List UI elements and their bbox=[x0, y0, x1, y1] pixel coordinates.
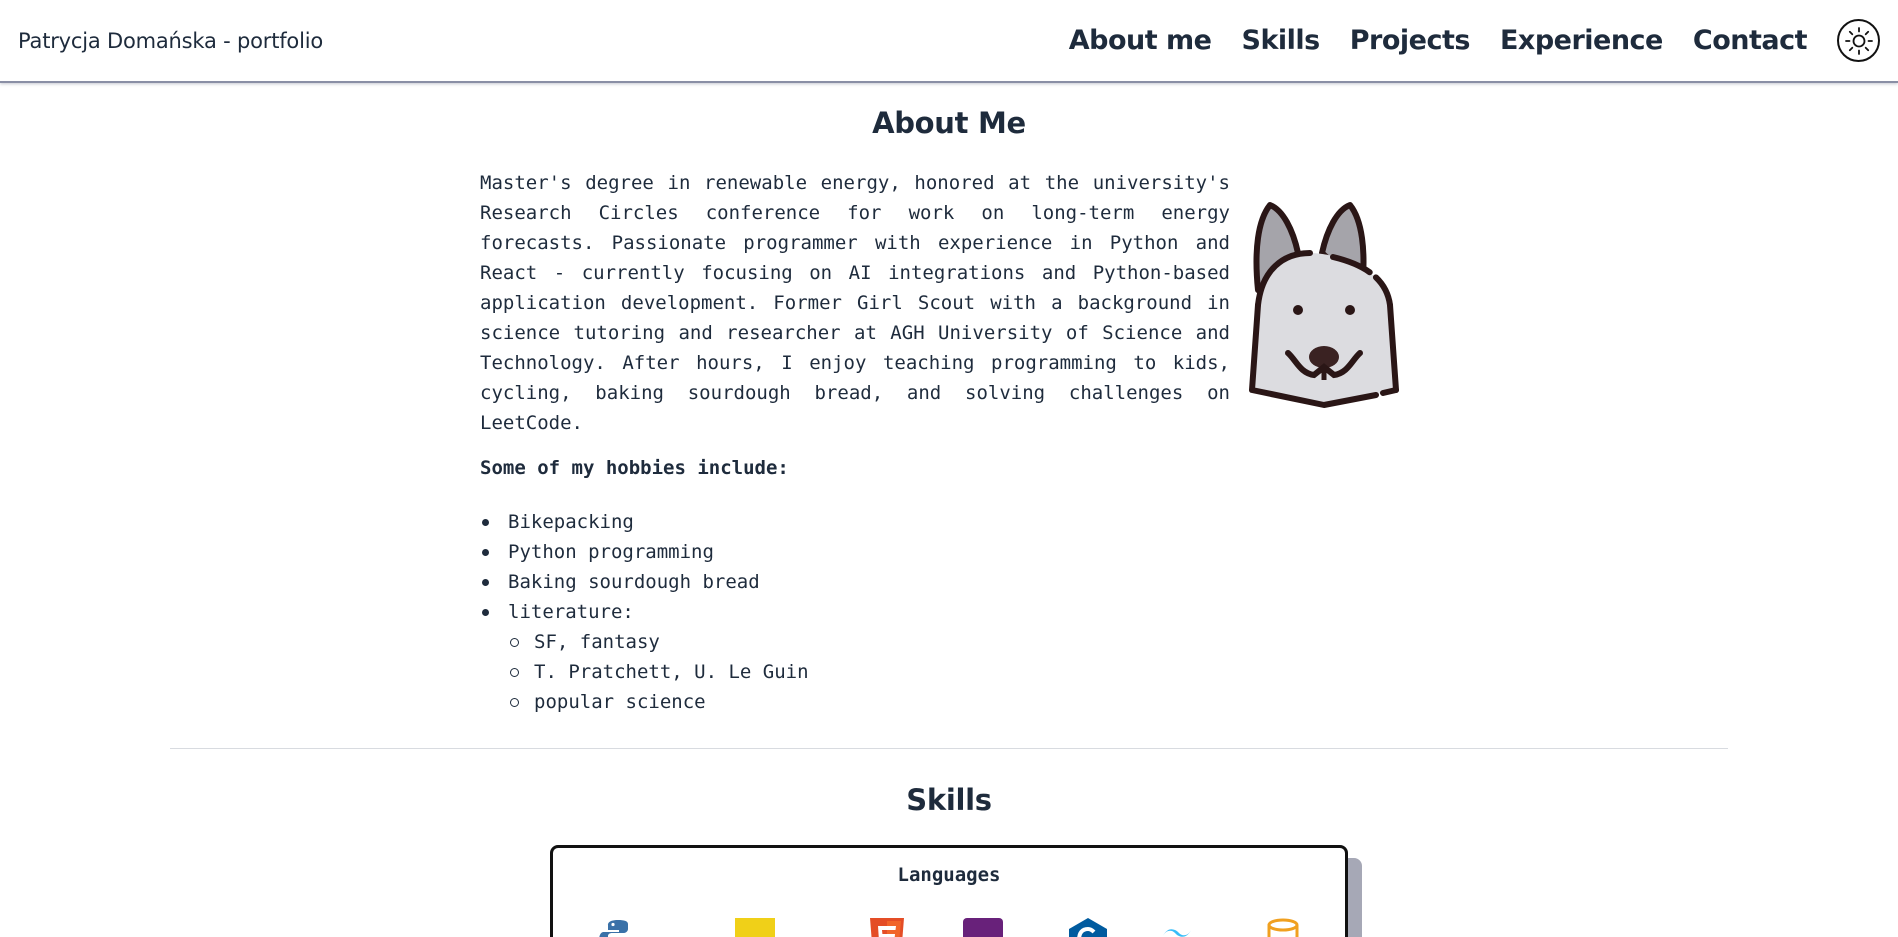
about-description: Master's degree in renewable energy, hon… bbox=[480, 172, 1230, 434]
sun-icon bbox=[1844, 26, 1873, 55]
list-item: Bikepacking bbox=[480, 507, 809, 537]
csharp-icon bbox=[963, 918, 1003, 937]
sublist-item: T. Pratchett, U. Le Guin bbox=[508, 657, 809, 687]
languages-card-title: Languages bbox=[897, 864, 1001, 886]
list-item-literature: literature: SF, fantasy T. Pratchett, U.… bbox=[480, 597, 809, 717]
sublist-item: SF, fantasy bbox=[508, 627, 809, 657]
theme-toggle-button[interactable] bbox=[1837, 19, 1880, 62]
nav-skills[interactable]: Skills bbox=[1242, 25, 1321, 56]
languages-card: Languages bbox=[550, 845, 1348, 937]
c-icon bbox=[1069, 918, 1107, 937]
literature-sublist: SF, fantasy T. Pratchett, U. Le Guin pop… bbox=[508, 627, 809, 717]
nav-experience[interactable]: Experience bbox=[1500, 25, 1663, 56]
nav-about-me[interactable]: About me bbox=[1069, 25, 1212, 56]
nav-projects[interactable]: Projects bbox=[1350, 25, 1471, 56]
dog-icon bbox=[1249, 202, 1399, 408]
skills-section-title: Skills bbox=[906, 783, 992, 817]
nav-contact[interactable]: Contact bbox=[1693, 25, 1808, 56]
hobbies-list: Bikepacking Python programming Baking so… bbox=[480, 507, 809, 717]
main-nav: About me Skills Projects Experience Cont… bbox=[1039, 19, 1880, 62]
html5-icon bbox=[870, 918, 904, 937]
database-icon bbox=[1267, 918, 1299, 937]
python-icon bbox=[599, 920, 628, 937]
tailwind-icon bbox=[1163, 929, 1191, 937]
section-divider bbox=[170, 748, 1728, 749]
about-section-title: About Me bbox=[872, 106, 1026, 140]
hobbies-heading: Some of my hobbies include: bbox=[480, 457, 789, 479]
brand-title[interactable]: Patrycja Domańska - portfolio bbox=[18, 29, 323, 53]
javascript-icon bbox=[735, 918, 775, 937]
navbar: Patrycja Domańska - portfolio About me S… bbox=[0, 0, 1898, 83]
list-item-label: literature: bbox=[508, 601, 634, 623]
list-item: Python programming bbox=[480, 537, 809, 567]
list-item: Baking sourdough bread bbox=[480, 567, 809, 597]
sublist-item: popular science bbox=[508, 687, 809, 717]
